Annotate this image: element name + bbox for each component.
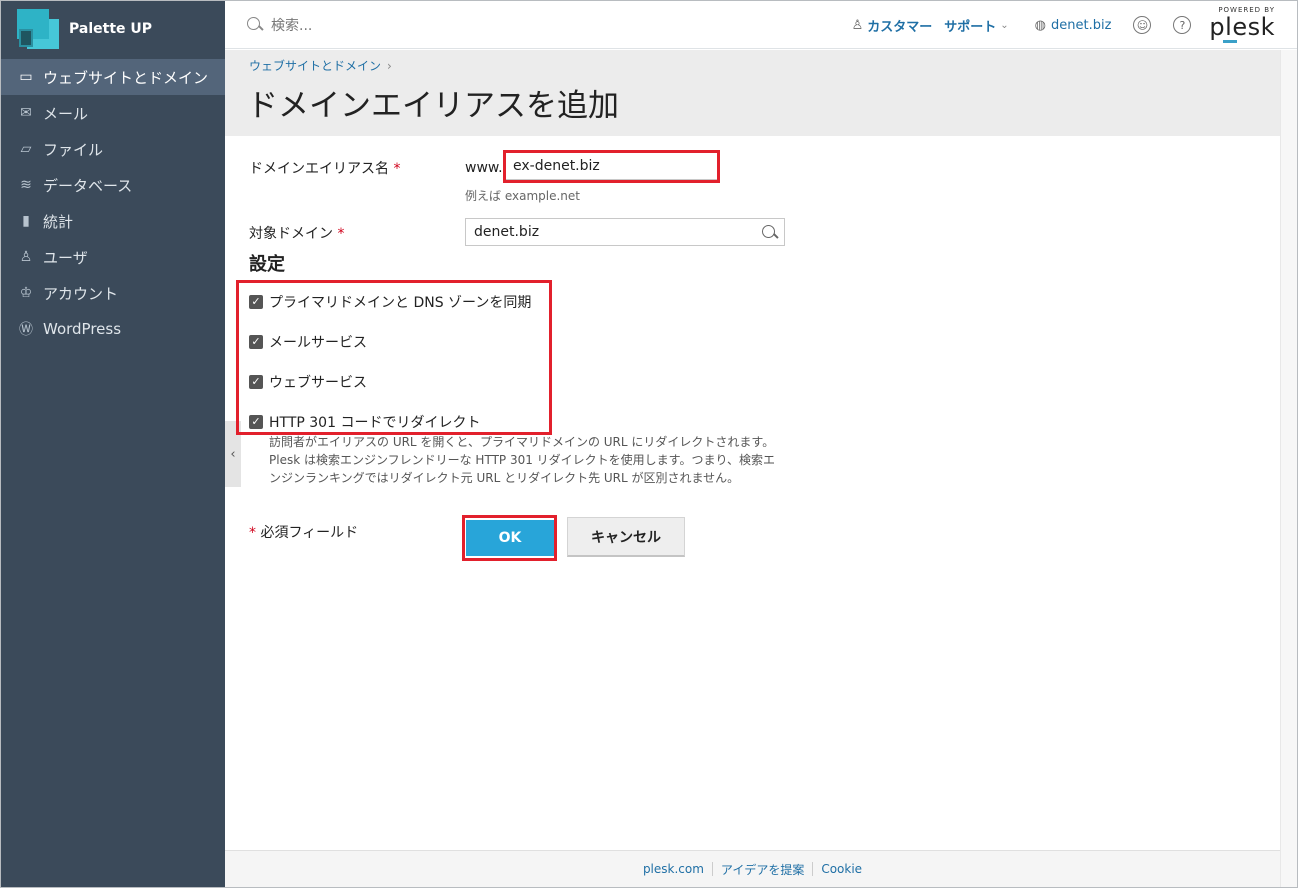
support-menu[interactable]: サポート ⌄ [944,16,1008,35]
breadcrumb: ウェブサイトとドメイン › [249,57,392,74]
mascot-icon[interactable]: ☺ [1133,16,1152,34]
breadcrumb-link[interactable]: ウェブサイトとドメイン [249,59,381,73]
sidebar-item-account[interactable]: ♔ アカウント [1,275,225,311]
sidebar-item-label: 統計 [43,212,74,231]
checkbox-label: HTTP 301 コードでリダイレクト [269,415,481,431]
sidebar-collapse-toggle[interactable]: ‹ [225,421,241,487]
cancel-button[interactable]: キャンセル [567,517,685,557]
checkmark-icon: ✓ [249,415,263,429]
checkmark-icon: ✓ [249,295,263,309]
scrollbar[interactable] [1280,50,1297,887]
sidebar-item-websites-domains[interactable]: ▭ ウェブサイトとドメイン [1,59,225,95]
web-service-checkbox[interactable]: ✓ ウェブサービス [249,372,367,392]
search-input[interactable]: 検索... [271,15,312,35]
search-icon [247,17,263,33]
database-icon: ≋ [20,177,32,193]
customer-label: カスタマー [867,19,933,35]
sidebar-item-users[interactable]: ♙ ユーザ [1,239,225,275]
alias-hint: 例えば example.net [465,189,580,203]
sidebar-item-statistics[interactable]: ▮ 統計 [1,203,225,239]
sync-dns-checkbox[interactable]: ✓ プライマリドメインと DNS ゾーンを同期 [249,292,531,312]
folder-icon: ▱ [20,141,32,157]
topbar-right: ♙ カスタマー サポート ⌄ ◍ denet.biz ☺ ? POWERED BY p… [840,1,1275,49]
checkmark-icon: ✓ [249,375,263,389]
sidebar-item-mail[interactable]: ✉ メール [1,95,225,131]
footer-link-ideas[interactable]: アイデアを提案 [713,861,812,878]
topbar: 検索... ♙ カスタマー サポート ⌄ ◍ denet.biz ☺ ? POWERE… [225,1,1297,49]
sidebar-item-files[interactable]: ▱ ファイル [1,131,225,167]
globe-icon: ◍ [1034,17,1047,33]
footer: plesk.com アイデアを提案 Cookie [225,850,1280,887]
checkbox-label: プライマリドメインと DNS ゾーンを同期 [269,295,532,311]
http301-redirect-checkbox[interactable]: ✓ HTTP 301 コードでリダイレクト [249,412,480,432]
account-icon: ♔ [19,285,33,301]
user-icon: ♙ [851,17,864,33]
chevron-down-icon: ⌄ [1000,19,1009,31]
sidebar-item-label: アカウント [43,284,119,303]
mail-service-checkbox[interactable]: ✓ メールサービス [249,332,367,352]
sidebar-item-label: ファイル [43,140,104,159]
stats-icon: ▮ [22,213,30,229]
brand-name: Palette UP [69,21,153,37]
sidebar-item-label: ユーザ [43,248,88,267]
checkbox-label: メールサービス [269,335,367,351]
plesk-logo: POWERED BY plesk [1209,7,1275,43]
brand-logo-icon [17,9,59,49]
domain-label: denet.biz [1051,17,1112,33]
mail-icon: ✉ [20,105,32,121]
brand[interactable]: Palette UP [1,1,225,57]
domain-link[interactable]: ◍ denet.biz [1035,18,1112,33]
alias-label: ドメインエイリアス名 * [249,161,401,177]
sidebar-item-label: データベース [43,176,133,195]
form-content: ドメインエイリアス名 * www. ex-denet.biz 例えば examp… [225,136,1280,850]
chevron-right-icon: › [387,59,392,73]
target-domain-label: 対象ドメイン * [249,226,345,242]
checkbox-label: ウェブサービス [269,375,367,391]
required-fields-note: * 必須フィールド [249,525,359,541]
alias-name-input[interactable]: ex-denet.biz [504,152,718,180]
help-icon[interactable]: ? [1173,16,1192,34]
redirect-description: 訪問者がエイリアスの URL を開くと、プライマリドメインの URL にリダイレ… [269,435,775,485]
checkmark-icon: ✓ [249,335,263,349]
sidebar-item-label: メール [43,104,89,123]
support-label: サポート [944,19,997,35]
target-domain-select[interactable]: denet.biz [465,218,785,246]
sidebar-item-label: WordPress [43,320,122,338]
footer-link-plesk[interactable]: plesk.com [635,862,712,876]
sidebar-item-label: ウェブサイトとドメイン [43,68,209,87]
target-domain-value: denet.biz [474,224,540,240]
required-mark: * [337,226,345,242]
monitor-icon: ▭ [19,69,33,85]
plesk-underline [1223,40,1237,43]
sidebar: Palette UP ▭ ウェブサイトとドメイン ✉ メール ▱ ファイル ≋ データベ… [1,1,225,887]
www-prefix: www. [465,160,503,176]
required-mark: * [249,525,256,541]
footer-link-cookie[interactable]: Cookie [813,862,870,876]
ok-button[interactable]: OK [466,520,554,556]
required-mark: * [393,161,401,177]
plesk-wordmark: plesk [1209,13,1275,41]
wordpress-icon: Ⓦ [19,322,33,338]
settings-title: 設定 [249,254,285,275]
sidebar-item-wordpress[interactable]: Ⓦ WordPress [1,311,225,347]
page-title: ドメインエイリアスを追加 [247,88,619,124]
sidebar-nav: ▭ ウェブサイトとドメイン ✉ メール ▱ ファイル ≋ データベース ▮ 統計 ♙ ユーザ… [1,59,225,347]
chevron-left-icon: ‹ [230,446,236,462]
sidebar-item-databases[interactable]: ≋ データベース [1,167,225,203]
user-icon: ♙ [19,249,33,265]
search-icon[interactable] [762,225,778,241]
search-box[interactable]: 検索... [247,15,312,35]
page-header: ウェブサイトとドメイン › ドメインエイリアスを追加 [225,50,1280,136]
customer-menu[interactable]: ♙ カスタマー [852,16,933,35]
